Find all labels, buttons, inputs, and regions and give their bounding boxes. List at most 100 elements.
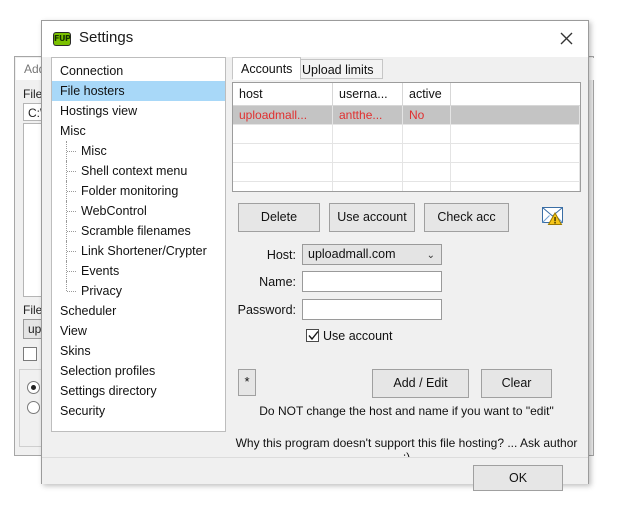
chevron-down-icon: ⌄	[426, 250, 435, 261]
table-cell	[451, 144, 580, 162]
sidebar-item-label: Connection	[60, 64, 124, 78]
table-cell	[233, 125, 333, 143]
sidebar-item-settings-directory[interactable]: Settings directory	[52, 381, 225, 401]
sidebar-item-label: Security	[60, 404, 106, 418]
table-row[interactable]	[233, 182, 580, 191]
fup-badge-text: FUP	[54, 33, 71, 45]
table-cell	[451, 163, 580, 181]
sidebar-item-label: Misc	[81, 144, 107, 158]
sidebar-item-scheduler[interactable]: Scheduler	[52, 301, 225, 321]
sidebar-item-folder-monitoring[interactable]: Folder monitoring	[52, 181, 225, 201]
sidebar-item-label: Misc	[60, 124, 86, 138]
sidebar-item-label: Scramble filenames	[81, 224, 191, 238]
sidebar-item-label: Shell context menu	[81, 164, 188, 178]
bg-radio-1[interactable]	[27, 381, 40, 394]
sidebar-item-webcontrol[interactable]: WebControl	[52, 201, 225, 221]
sidebar-item-label: Privacy	[81, 284, 122, 298]
table-row[interactable]	[233, 144, 580, 163]
edit-hint-text: Do NOT change the host and name if you w…	[259, 404, 554, 418]
host-select[interactable]: uploadmall.com ⌄	[302, 244, 442, 265]
table-cell	[403, 144, 451, 162]
sidebar-item-label: File hosters	[60, 84, 125, 98]
host-label: Host:	[266, 248, 296, 262]
sidebar-item-misc[interactable]: Misc	[52, 121, 225, 141]
bg-radio-2[interactable]	[27, 401, 40, 414]
password-input[interactable]	[302, 299, 442, 320]
bg-checkbox[interactable]	[23, 347, 37, 361]
column-header[interactable]: host	[233, 83, 333, 105]
table-cell	[233, 144, 333, 162]
table-cell: antthe...	[333, 106, 403, 124]
sidebar-item-label: Settings directory	[60, 384, 157, 398]
sidebar-item-label: WebControl	[81, 204, 147, 218]
settings-dialog: FUP Settings Connection File hosters Hosti…	[41, 20, 589, 491]
sidebar-item-connection[interactable]: Connection	[52, 61, 225, 81]
sidebar-item-privacy[interactable]: Privacy	[52, 281, 225, 301]
tabstrip: Accounts Upload limits	[232, 57, 581, 80]
settings-category-tree[interactable]: Connection File hosters Hostings view Misc M…	[51, 57, 226, 432]
host-select-value: uploadmall.com	[308, 247, 396, 261]
sidebar-item-skins[interactable]: Skins	[52, 341, 225, 361]
use-account-button[interactable]: Use account	[329, 203, 415, 232]
screen: Add close-icon File C:\ File upl [?] FUP…	[0, 0, 632, 511]
sidebar-item-misc[interactable]: Misc	[52, 141, 225, 161]
check-account-button[interactable]: Check acc	[424, 203, 509, 232]
delete-button[interactable]: Delete	[238, 203, 320, 232]
name-label: Name:	[259, 275, 296, 289]
table-cell	[451, 106, 580, 124]
close-icon	[560, 32, 572, 45]
column-header[interactable]: active	[403, 83, 451, 105]
sidebar-item-events[interactable]: Events	[52, 261, 225, 281]
table-cell: uploadmall...	[233, 106, 333, 124]
star-button[interactable]: *	[238, 369, 256, 396]
table-cell	[451, 182, 580, 191]
table-row[interactable]: uploadmall... antthe... No	[233, 106, 580, 125]
mail-warning-glyph	[542, 207, 563, 225]
dialog-close-button[interactable]	[544, 21, 588, 55]
column-header[interactable]: userna...	[333, 83, 403, 105]
table-cell	[333, 125, 403, 143]
sidebar-item-label: View	[60, 324, 87, 338]
table-cell	[403, 163, 451, 181]
fup-app-icon: FUP	[53, 32, 71, 46]
sidebar-item-file-hosters[interactable]: File hosters	[52, 81, 225, 101]
accounts-table-body[interactable]: uploadmall... antthe... No	[233, 106, 580, 191]
sidebar-item-view[interactable]: View	[52, 321, 225, 341]
checkbox-box	[306, 329, 319, 342]
table-row[interactable]	[233, 163, 580, 182]
tab-upload-limits[interactable]: Upload limits	[293, 59, 383, 79]
check-icon	[308, 331, 319, 341]
dialog-title: Settings	[79, 29, 134, 46]
sidebar-item-shell-context-menu[interactable]: Shell context menu	[52, 161, 225, 181]
name-input[interactable]	[302, 271, 442, 292]
sidebar-item-label: Scheduler	[60, 304, 117, 318]
sidebar-item-selection-profiles[interactable]: Selection profiles	[52, 361, 225, 381]
sidebar-item-security[interactable]: Security	[52, 401, 225, 421]
sidebar-item-label: Selection profiles	[60, 364, 156, 378]
bg-file-label-1: File	[23, 87, 43, 101]
sidebar-item-hostings-view[interactable]: Hostings view	[52, 101, 225, 121]
use-account-checkbox-label: Use account	[323, 329, 393, 343]
tab-accounts[interactable]: Accounts	[232, 57, 302, 80]
mail-warning-icon[interactable]	[542, 206, 564, 226]
table-cell	[451, 125, 580, 143]
sidebar-item-scramble-filenames[interactable]: Scramble filenames	[52, 221, 225, 241]
table-cell	[403, 182, 451, 191]
add-edit-button[interactable]: Add / Edit	[372, 369, 469, 398]
table-cell	[403, 125, 451, 143]
sidebar-item-link-shortener-crypter[interactable]: Link Shortener/Crypter	[52, 241, 225, 261]
clear-button[interactable]: Clear	[481, 369, 552, 398]
table-cell	[333, 182, 403, 191]
sidebar-item-label: Hostings view	[60, 104, 138, 118]
password-label: Password:	[237, 303, 296, 317]
accounts-tab-panel: host userna... active uploadmall... antthe.…	[232, 79, 581, 432]
table-cell	[333, 144, 403, 162]
table-row[interactable]	[233, 125, 580, 144]
sidebar-item-label: Folder monitoring	[81, 184, 179, 198]
column-header[interactable]	[451, 83, 580, 105]
table-cell	[333, 163, 403, 181]
ok-button[interactable]: OK	[473, 465, 563, 491]
accounts-table[interactable]: host userna... active uploadmall... antthe.…	[232, 82, 581, 192]
table-cell: No	[403, 106, 451, 124]
sidebar-item-label: Events	[81, 264, 120, 278]
